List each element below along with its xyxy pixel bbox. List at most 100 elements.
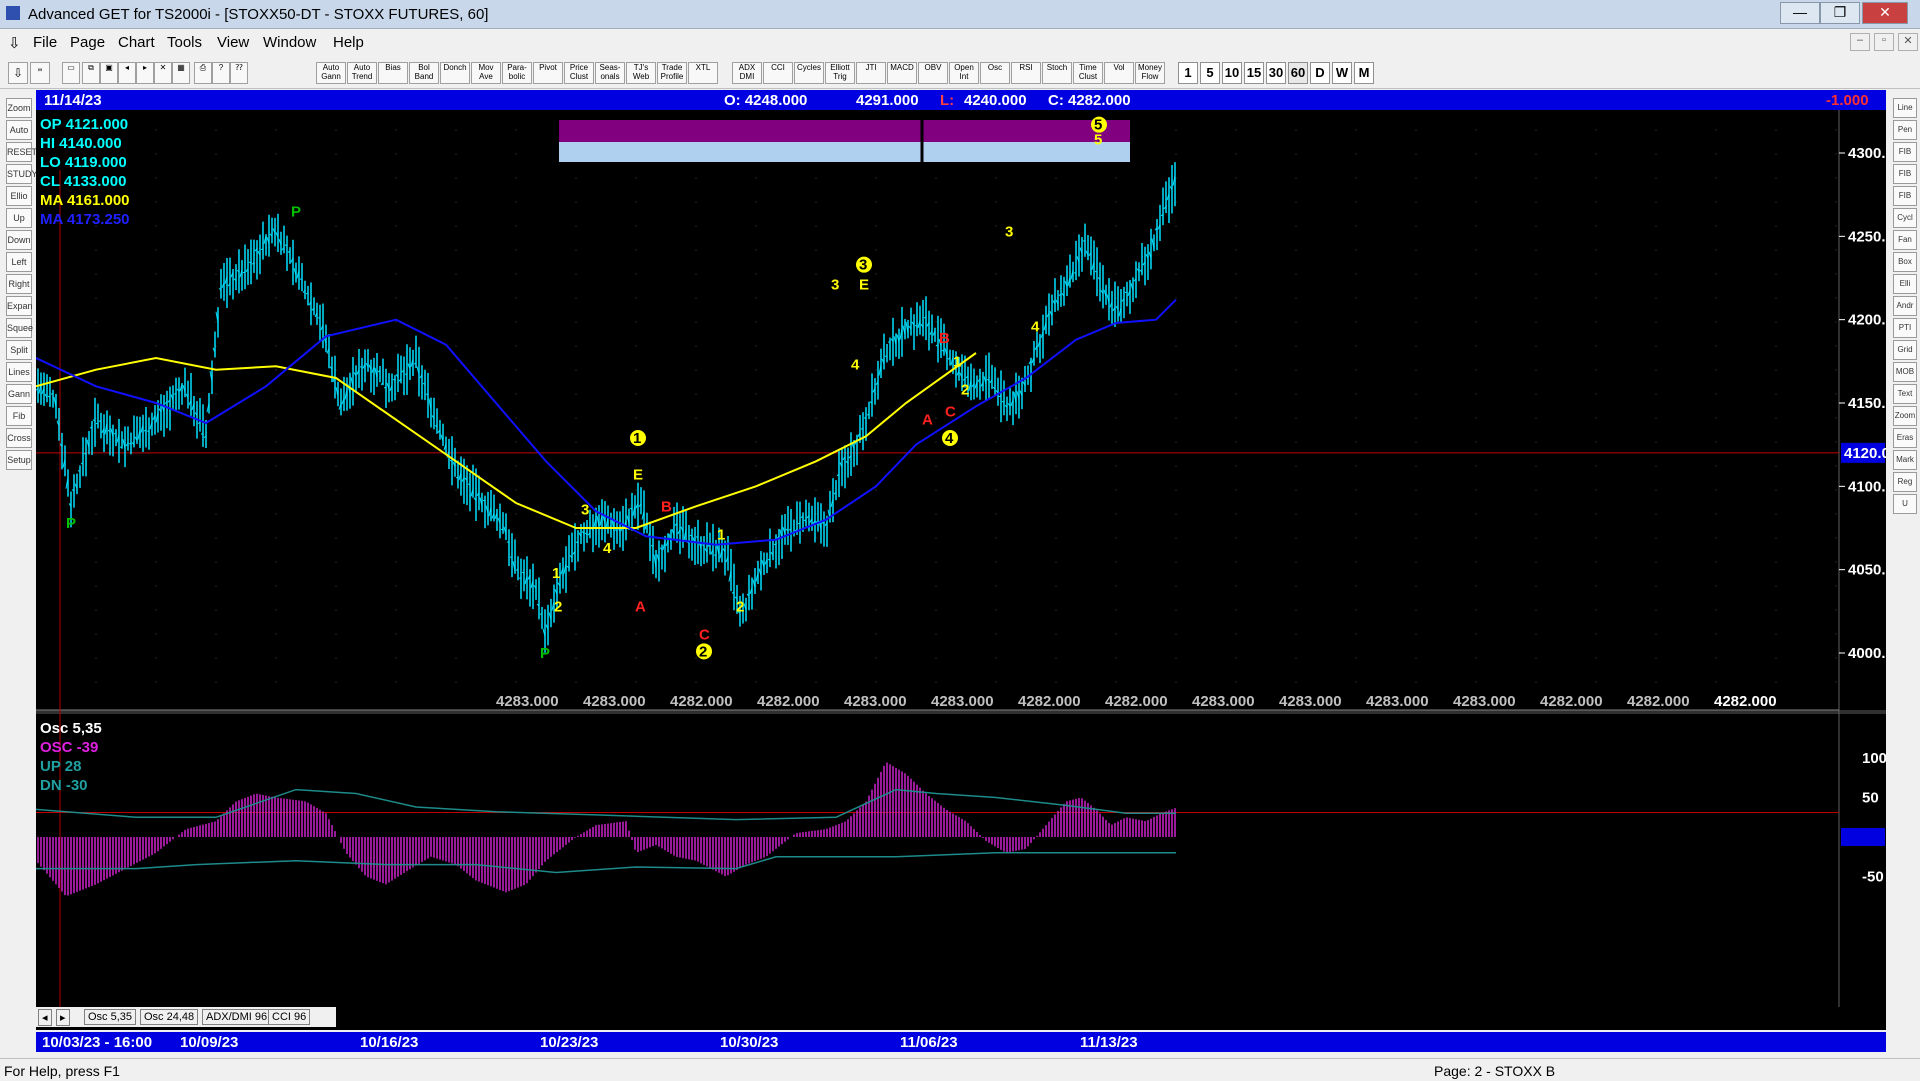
menu-window[interactable]: Window <box>263 34 316 51</box>
study-button-para-bolic[interactable]: Para-bolic <box>502 62 532 84</box>
right-tool-zoom-icon[interactable]: Zoom <box>1893 406 1917 426</box>
maximize-button[interactable]: ❐ <box>1820 2 1860 24</box>
study-button-donch[interactable]: Donch <box>440 62 470 84</box>
left-tool-cross-icon[interactable]: Cross <box>6 428 32 448</box>
left-tool-expand-icon[interactable]: Expan <box>6 296 32 316</box>
timeframe-button-m[interactable]: M <box>1354 62 1374 84</box>
menu-tools[interactable]: Tools <box>167 34 202 51</box>
left-tool-gann-icon[interactable]: Gann <box>6 384 32 404</box>
print-icon[interactable]: ⎙ <box>194 62 212 84</box>
mdi-close-button[interactable]: ✕ <box>1898 33 1918 51</box>
right-tool-cycle-icon[interactable]: Cycl <box>1893 208 1917 228</box>
menu-help[interactable]: Help <box>333 34 364 51</box>
study-button-cycles[interactable]: Cycles <box>794 62 824 84</box>
study-button-mov-ave[interactable]: Mov Ave <box>471 62 501 84</box>
study-button-xtl[interactable]: XTL <box>688 62 718 84</box>
left-tool-auto-icon[interactable]: Auto <box>6 120 32 140</box>
tab-cci[interactable]: CCI 96 <box>268 1009 310 1025</box>
left-tool-study-icon[interactable]: STUDY <box>6 164 32 184</box>
study-button-macd[interactable]: MACD <box>887 62 917 84</box>
tab-osc-24-48[interactable]: Osc 24,48 <box>140 1009 198 1025</box>
chart-window[interactable]: 4300.0004250.0004200.0004150.0004100.000… <box>36 110 1886 1030</box>
study-button-open-int[interactable]: Open Int <box>949 62 979 84</box>
right-tool-fib-ext-icon[interactable]: FIB <box>1893 164 1917 184</box>
tab-prev-icon[interactable]: ◂ <box>38 1009 52 1026</box>
timeframe-button-5[interactable]: 5 <box>1200 62 1220 84</box>
study-button-jti[interactable]: JTI <box>856 62 886 84</box>
left-tool-fib-icon[interactable]: Fib <box>6 406 32 426</box>
right-tool-fan-icon[interactable]: Fan <box>1893 230 1917 250</box>
study-button-osc[interactable]: Osc <box>980 62 1010 84</box>
right-tool-reg-icon[interactable]: Reg <box>1893 472 1917 492</box>
right-tool-mob-icon[interactable]: MOB <box>1893 362 1917 382</box>
study-button-price-clust[interactable]: Price Clust <box>564 62 594 84</box>
study-button-elliott-trig[interactable]: Elliott Trig <box>825 62 855 84</box>
left-tool-squeeze-icon[interactable]: Squee <box>6 318 32 338</box>
menu-page[interactable]: Page <box>70 34 105 51</box>
tab-adx-dmi[interactable]: ADX/DMI 96 <box>202 1009 271 1025</box>
right-tool-line-icon[interactable]: Line <box>1893 98 1917 118</box>
left-tool-up-icon[interactable]: Up <box>6 208 32 228</box>
timeframe-button-60[interactable]: 60 <box>1288 62 1308 84</box>
delete-icon[interactable]: ✕ <box>154 62 172 84</box>
timeframe-button-10[interactable]: 10 <box>1222 62 1242 84</box>
study-button-trade-profile[interactable]: Trade Profile <box>657 62 687 84</box>
left-tool-zoom-icon[interactable]: Zoom <box>6 98 32 118</box>
right-tool-andrew-icon[interactable]: Andr <box>1893 296 1917 316</box>
study-button-bias[interactable]: Bias <box>378 62 408 84</box>
study-button-vol[interactable]: Vol <box>1104 62 1134 84</box>
quote-icon[interactable]: " <box>30 62 50 84</box>
right-tool-u-icon[interactable]: U <box>1893 494 1917 514</box>
timeframe-button-15[interactable]: 15 <box>1244 62 1264 84</box>
study-button-stoch[interactable]: Stoch <box>1042 62 1072 84</box>
menu-chart[interactable]: Chart <box>118 34 155 51</box>
study-button-seas-onals[interactable]: Seas-onals <box>595 62 625 84</box>
menu-view[interactable]: View <box>217 34 249 51</box>
right-tool-pen-icon[interactable]: Pen <box>1893 120 1917 140</box>
study-button-adx-dmi[interactable]: ADX DMI <box>732 62 762 84</box>
right-tool-pti-icon[interactable]: PTI <box>1893 318 1917 338</box>
copy-icon[interactable]: ⧉ <box>82 62 100 84</box>
study-button-cci[interactable]: CCI <box>763 62 793 84</box>
close-button[interactable]: ✕ <box>1862 2 1908 24</box>
grid-icon[interactable]: ▦ <box>172 62 190 84</box>
tab-osc-5-35[interactable]: Osc 5,35 <box>84 1009 136 1025</box>
app-menu-icon[interactable]: ⇩ <box>8 34 21 52</box>
left-tool-reset-icon[interactable]: RESET <box>6 142 32 162</box>
study-button-auto-gann[interactable]: Auto Gann <box>316 62 346 84</box>
study-button-time-clust[interactable]: Time Clust <box>1073 62 1103 84</box>
left-tool-elliott-icon[interactable]: Ellio <box>6 186 32 206</box>
right-tool-grid-icon[interactable]: Grid <box>1893 340 1917 360</box>
mdi-restore-button[interactable]: ▫ <box>1874 33 1894 51</box>
right-tool-text-icon[interactable]: Text <box>1893 384 1917 404</box>
timeframe-button-30[interactable]: 30 <box>1266 62 1286 84</box>
study-button-obv[interactable]: OBV <box>918 62 948 84</box>
pin-icon[interactable]: ⇩ <box>8 62 28 84</box>
left-tool-split-icon[interactable]: Split <box>6 340 32 360</box>
context-help-icon[interactable]: ⁇ <box>230 62 248 84</box>
right-tool-mark-icon[interactable]: Mark <box>1893 450 1917 470</box>
mdi-minimize-button[interactable]: – <box>1850 33 1870 51</box>
left-tool-right-icon[interactable]: Right <box>6 274 32 294</box>
menu-file[interactable]: File <box>33 34 57 51</box>
back-icon[interactable]: ◂ <box>118 62 136 84</box>
left-tool-setup-icon[interactable]: Setup <box>6 450 32 470</box>
left-tool-down-icon[interactable]: Down <box>6 230 32 250</box>
right-tool-box-icon[interactable]: Box <box>1893 252 1917 272</box>
price-chart[interactable]: 4300.0004250.0004200.0004150.0004100.000… <box>36 110 1886 1030</box>
left-tool-lines-icon[interactable]: Lines <box>6 362 32 382</box>
forward-icon[interactable]: ▸ <box>136 62 154 84</box>
help-icon[interactable]: ? <box>212 62 230 84</box>
save-icon[interactable]: ▣ <box>100 62 118 84</box>
new-page-icon[interactable]: ▭ <box>62 62 80 84</box>
right-tool-erase-icon[interactable]: Eras <box>1893 428 1917 448</box>
timeframe-button-1[interactable]: 1 <box>1178 62 1198 84</box>
study-button-auto-trend[interactable]: Auto Trend <box>347 62 377 84</box>
right-tool-ellips-icon[interactable]: Elli <box>1893 274 1917 294</box>
right-tool-fib-time-icon[interactable]: FIB <box>1893 186 1917 206</box>
tab-next-icon[interactable]: ▸ <box>56 1009 70 1026</box>
left-tool-left-icon[interactable]: Left <box>6 252 32 272</box>
minimize-button[interactable]: — <box>1780 2 1820 24</box>
study-button-money-flow[interactable]: Money Flow <box>1135 62 1165 84</box>
study-button-rsi[interactable]: RSI <box>1011 62 1041 84</box>
